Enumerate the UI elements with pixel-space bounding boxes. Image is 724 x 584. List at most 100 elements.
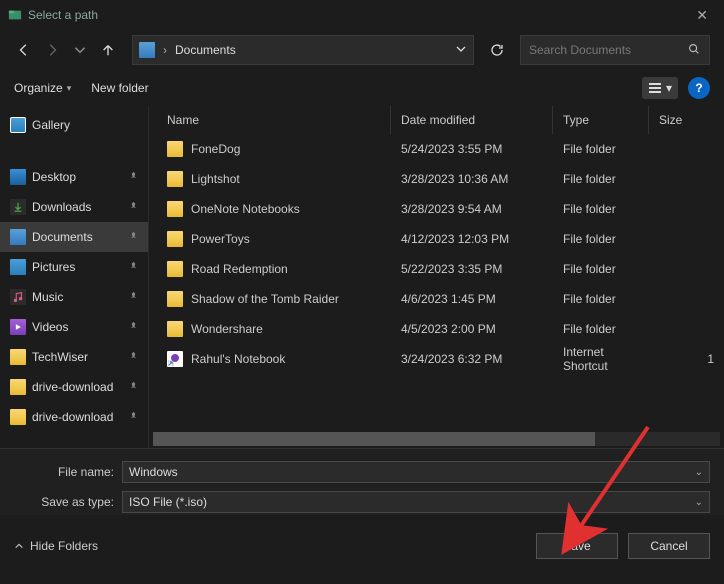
hide-folders-label: Hide Folders <box>30 539 98 553</box>
filename-label: File name: <box>14 465 122 479</box>
file-date: 4/12/2023 12:03 PM <box>391 232 553 246</box>
filename-field[interactable]: ⌄ <box>122 461 710 483</box>
file-row[interactable]: Lightshot3/28/2023 10:36 AMFile folder <box>149 164 724 194</box>
pic-icon <box>10 259 26 275</box>
filetype-dropdown[interactable]: ⌄ <box>695 497 703 508</box>
folder-icon <box>167 261 183 277</box>
hide-folders-toggle[interactable]: Hide Folders <box>14 539 98 553</box>
file-row[interactable]: PowerToys 4/12/2023 12:03 PMFile folder <box>149 224 724 254</box>
breadcrumb-separator: › <box>163 43 167 57</box>
header-type[interactable]: Type <box>553 106 649 134</box>
file-list[interactable]: FoneDog5/24/2023 3:55 PMFile folderLight… <box>149 134 724 432</box>
up-button[interactable] <box>98 40 118 60</box>
window-title: Select a path <box>28 8 98 22</box>
pin-icon <box>129 321 138 333</box>
nav-toolbar: › Documents <box>0 30 724 70</box>
help-button[interactable]: ? <box>688 77 710 99</box>
close-button[interactable]: ✕ <box>688 3 716 28</box>
sidebar-item-techwiser[interactable]: TechWiser <box>0 342 148 372</box>
file-name: Road Redemption <box>191 262 288 276</box>
cancel-button[interactable]: Cancel <box>628 533 710 559</box>
doc-icon <box>10 229 26 245</box>
view-options-button[interactable]: ▾ <box>642 77 678 99</box>
search-input[interactable] <box>529 43 687 57</box>
refresh-button[interactable] <box>482 35 512 65</box>
file-row[interactable]: Wondershare4/5/2023 2:00 PMFile folder <box>149 314 724 344</box>
file-date: 3/28/2023 9:54 AM <box>391 202 553 216</box>
file-date: 3/28/2023 10:36 AM <box>391 172 553 186</box>
sidebar-item-label: Videos <box>32 320 68 334</box>
sidebar-item-label: Documents <box>32 230 93 244</box>
folder-icon <box>167 291 183 307</box>
file-type: File folder <box>553 292 649 306</box>
scrollbar-thumb[interactable] <box>153 432 595 446</box>
column-headers: Name Date modified Type Size <box>149 106 724 134</box>
organize-label: Organize <box>14 81 63 95</box>
file-row[interactable]: Rahul's Notebook3/24/2023 6:32 PMInterne… <box>149 344 724 374</box>
chevron-up-icon <box>14 541 24 551</box>
folder-icon <box>167 231 183 247</box>
new-folder-button[interactable]: New folder <box>91 81 148 95</box>
file-date: 3/24/2023 6:32 PM <box>391 352 553 366</box>
file-name: FoneDog <box>191 142 240 156</box>
file-name: OneNote Notebooks <box>191 202 300 216</box>
address-bar[interactable]: › Documents <box>132 35 474 65</box>
gallery-icon <box>10 117 26 133</box>
sidebar-item-documents[interactable]: Documents <box>0 222 148 252</box>
header-size[interactable]: Size <box>649 106 724 134</box>
address-dropdown[interactable] <box>455 43 467 58</box>
file-date: 4/5/2023 2:00 PM <box>391 322 553 336</box>
forward-button[interactable] <box>42 40 62 60</box>
folder-icon <box>167 321 183 337</box>
bottom-bar: Hide Folders Save Cancel <box>0 519 724 573</box>
file-date: 5/24/2023 3:55 PM <box>391 142 553 156</box>
sidebar-item-label: Music <box>32 290 63 304</box>
file-type: File folder <box>553 232 649 246</box>
sidebar-item-drive-download[interactable]: drive-download <box>0 372 148 402</box>
sidebar-item-music[interactable]: Music <box>0 282 148 312</box>
pin-icon <box>129 291 138 303</box>
sidebar-item-desktop[interactable]: Desktop <box>0 162 148 192</box>
sidebar-item-label: Gallery <box>32 118 70 132</box>
sidebar-item-videos[interactable]: Videos <box>0 312 148 342</box>
file-name: Rahul's Notebook <box>191 352 285 366</box>
titlebar: Select a path ✕ <box>0 0 724 30</box>
sidebar-item-pictures[interactable]: Pictures <box>0 252 148 282</box>
new-folder-label: New folder <box>91 81 148 95</box>
file-type: File folder <box>553 262 649 276</box>
file-row[interactable]: Shadow of the Tomb Raider4/6/2023 1:45 P… <box>149 284 724 314</box>
save-button[interactable]: Save <box>536 533 618 559</box>
pin-icon <box>129 411 138 423</box>
main-split: Gallery Desktop Downloads Documents Pictures… <box>0 106 724 448</box>
back-button[interactable] <box>14 40 34 60</box>
file-row[interactable]: Road Redemption5/22/2023 3:35 PMFile fol… <box>149 254 724 284</box>
folder-icon <box>167 141 183 157</box>
chevron-down-icon: ▾ <box>67 83 72 94</box>
file-name: PowerToys <box>191 232 250 246</box>
file-row[interactable]: FoneDog5/24/2023 3:55 PMFile folder <box>149 134 724 164</box>
search-box[interactable] <box>520 35 710 65</box>
file-row[interactable]: OneNote Notebooks 3/28/2023 9:54 AMFile f… <box>149 194 724 224</box>
video-icon <box>10 319 26 335</box>
organize-menu[interactable]: Organize ▾ <box>14 81 71 95</box>
sidebar-item-label: Desktop <box>32 170 76 184</box>
filename-dropdown[interactable]: ⌄ <box>695 467 703 478</box>
sidebar-item-drive-download[interactable]: drive-download <box>0 402 148 432</box>
file-name: Wondershare <box>191 322 263 336</box>
header-name[interactable]: Name <box>149 106 391 134</box>
shortcut-icon <box>167 351 183 367</box>
horizontal-scrollbar[interactable] <box>153 432 720 446</box>
breadcrumb-current[interactable]: Documents <box>175 43 236 57</box>
file-date: 4/6/2023 1:45 PM <box>391 292 553 306</box>
pin-icon <box>129 201 138 213</box>
pin-icon <box>129 261 138 273</box>
filetype-value: ISO File (*.iso) <box>129 495 695 509</box>
filename-input[interactable] <box>129 465 695 479</box>
recent-dropdown[interactable] <box>70 40 90 60</box>
sidebar-item-downloads[interactable]: Downloads <box>0 192 148 222</box>
file-type: File folder <box>553 202 649 216</box>
filetype-field[interactable]: ISO File (*.iso) ⌄ <box>122 491 710 513</box>
sidebar-item-gallery[interactable]: Gallery <box>0 110 148 140</box>
file-type: File folder <box>553 172 649 186</box>
header-date[interactable]: Date modified <box>391 106 553 134</box>
